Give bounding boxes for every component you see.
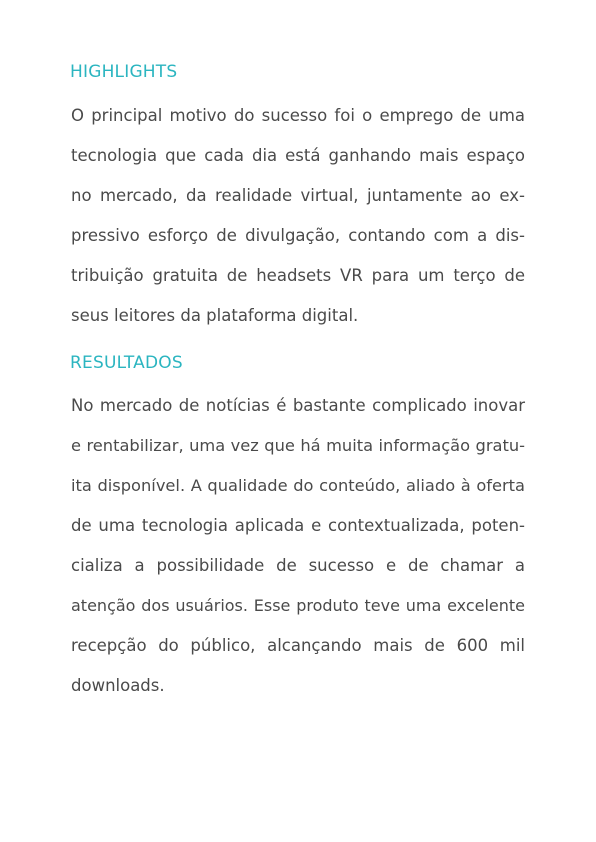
highlights-text-line: seus leitores da plataforma digital. <box>71 306 359 325</box>
section-heading-highlights: HIGHLIGHTS <box>70 62 178 82</box>
document-page: HIGHLIGHTS O principal motivo do sucesso… <box>0 0 596 842</box>
resultados-text-line: atenção dos usuários. Esse produto teve … <box>71 596 525 615</box>
highlights-text-line: no mercado, da realidade virtual, juntam… <box>71 186 525 205</box>
resultados-text-line: No mercado de notícias é bastante compli… <box>71 396 525 415</box>
highlights-text-line: tribuição gratuita de headsets VR para u… <box>71 266 525 285</box>
highlights-text-line: O principal motivo do sucesso foi o empr… <box>71 106 525 125</box>
resultados-text-line: e rentabilizar, uma vez que há muita inf… <box>71 436 525 455</box>
resultados-text-line: de uma tecnologia aplicada e contextuali… <box>71 516 525 535</box>
highlights-text-line: pressivo esforço de divulgação, contando… <box>71 226 525 245</box>
resultados-text-line: ita disponível. A qualidade do conteúdo,… <box>71 476 525 495</box>
resultados-text-line: cializa a possibilidade de sucesso e de … <box>71 556 525 575</box>
resultados-text-line: recepção do público, alcançando mais de … <box>71 636 525 655</box>
highlights-text-line: tecnologia que cada dia está ganhando ma… <box>71 146 525 165</box>
resultados-text-line: downloads. <box>71 676 165 695</box>
section-heading-resultados: RESULTADOS <box>70 353 183 373</box>
